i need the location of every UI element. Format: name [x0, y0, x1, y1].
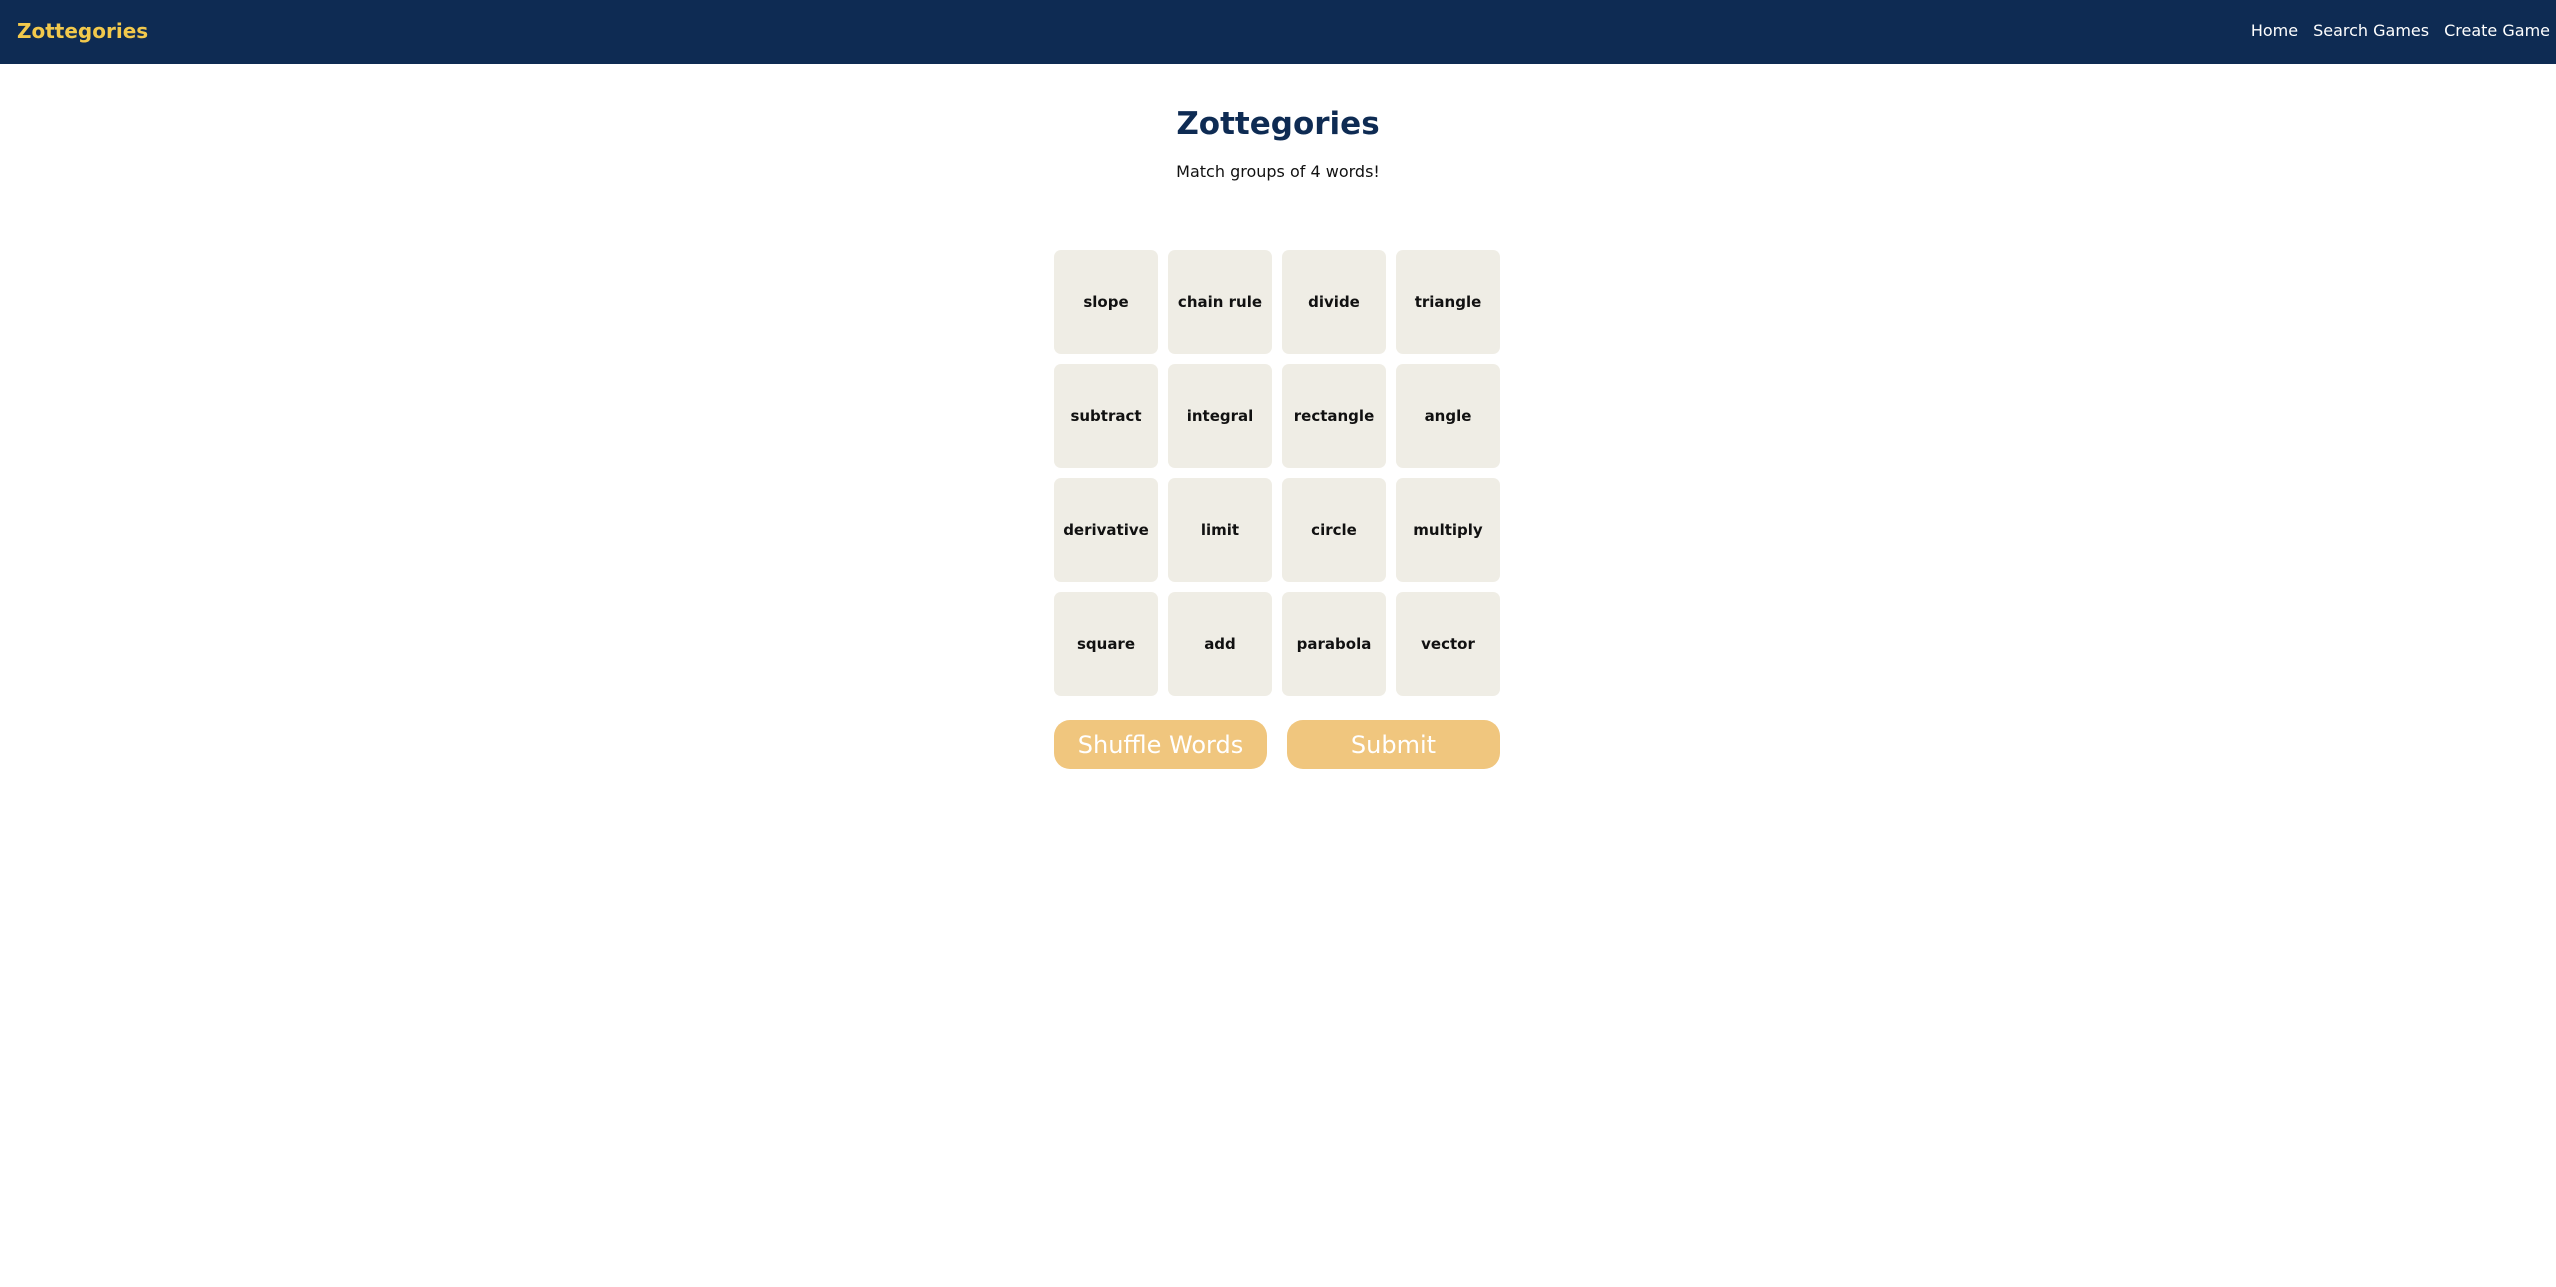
word-tile[interactable]: derivative	[1054, 478, 1158, 582]
word-tile[interactable]: divide	[1282, 250, 1386, 354]
top-navbar: Zottegories Home Search Games Create Gam…	[0, 0, 2556, 64]
nav-link-search-games[interactable]: Search Games	[2313, 20, 2429, 42]
word-grid: slope chain rule divide triangle subtrac…	[1054, 250, 1500, 696]
brand-logo-link[interactable]: Zottegories	[17, 18, 148, 44]
word-tile[interactable]: vector	[1396, 592, 1500, 696]
submit-button[interactable]: Submit	[1287, 720, 1500, 769]
nav-link-home[interactable]: Home	[2251, 20, 2298, 42]
word-tile[interactable]: subtract	[1054, 364, 1158, 468]
word-tile[interactable]: slope	[1054, 250, 1158, 354]
shuffle-words-button[interactable]: Shuffle Words	[1054, 720, 1267, 769]
word-tile[interactable]: angle	[1396, 364, 1500, 468]
word-tile[interactable]: circle	[1282, 478, 1386, 582]
page-subtitle: Match groups of 4 words!	[1176, 162, 1380, 181]
word-tile[interactable]: parabola	[1282, 592, 1386, 696]
word-tile[interactable]: multiply	[1396, 478, 1500, 582]
word-tile[interactable]: rectangle	[1282, 364, 1386, 468]
nav-links: Home Search Games Create Game	[2251, 20, 2550, 42]
word-tile[interactable]: chain rule	[1168, 250, 1272, 354]
nav-link-create-game[interactable]: Create Game	[2444, 20, 2550, 42]
word-tile[interactable]: square	[1054, 592, 1158, 696]
word-tile[interactable]: limit	[1168, 478, 1272, 582]
word-tile[interactable]: triangle	[1396, 250, 1500, 354]
word-tile[interactable]: add	[1168, 592, 1272, 696]
word-tile[interactable]: integral	[1168, 364, 1272, 468]
action-buttons: Shuffle Words Submit	[1054, 720, 1500, 769]
page-title: Zottegories	[1176, 106, 1380, 142]
